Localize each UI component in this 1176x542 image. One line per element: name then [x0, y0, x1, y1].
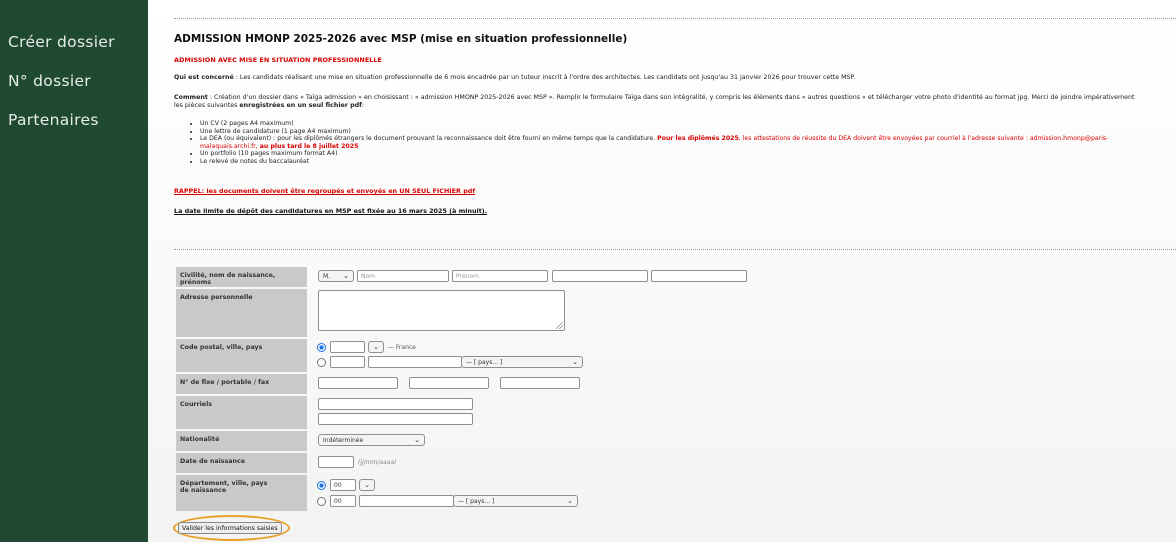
phone-fax-input[interactable] — [500, 377, 580, 389]
submit-button[interactable]: Valider les informations saisies — [178, 522, 282, 534]
birthdate-hint: (jj/mm/aaaa) — [358, 459, 397, 466]
comment-text2: les pièces suivantes — [174, 102, 240, 109]
radio-birth-france[interactable] — [317, 481, 326, 490]
label-phones: N° de fixe / portable / fax — [176, 374, 307, 394]
req-dea-d: malaquais.archi.fr, — [200, 142, 260, 150]
req-dea-e: au plus tard le 8 juillet 2025 — [259, 142, 359, 150]
civility-selected: M. — [323, 273, 331, 280]
intro-comment: Comment : Création d'un dossier dans « T… — [174, 94, 1135, 110]
deadline-a: La date limite de dépôt des candidatures… — [174, 207, 398, 215]
main-content: ADMISSION HMONP 2025-2026 avec MSP (mise… — [148, 0, 1176, 542]
page-subtitle: ADMISSION AVEC MISE EN SITUATION PROFESS… — [174, 56, 382, 64]
radio-france[interactable] — [317, 343, 326, 352]
deadline-c: (à minuit). — [446, 207, 488, 215]
req-letter: Une lettre de candidature (1 page A4 max… — [200, 127, 351, 135]
req-dea-b: Pour les diplômés 2025 — [657, 135, 739, 143]
divider — [174, 18, 1176, 19]
birth-country-select-value: — [ pays... ] — [458, 498, 495, 505]
resize-grip-icon[interactable] — [556, 322, 563, 329]
list-item: Le DEA (ou équivalent) : pour les diplôm… — [200, 135, 1152, 150]
nom-input[interactable]: Nom — [357, 270, 449, 282]
chevron-down-icon: ⌄ — [572, 358, 578, 366]
postal-code-input[interactable] — [330, 341, 365, 353]
birthplace-label-line2: de naissance — [180, 487, 227, 494]
sidebar-item-creer-dossier[interactable]: Créer dossier — [8, 33, 115, 51]
birthplace-label-line1: Département, ville, pays — [180, 480, 268, 487]
postal-code-foreign-input[interactable] — [330, 356, 365, 368]
phone-portable-input[interactable] — [409, 377, 489, 389]
deadline-notice: La date limite de dépôt des candidatures… — [174, 207, 487, 215]
req-dea-a: Le DEA (ou équivalent) : pour les diplôm… — [200, 135, 658, 143]
birth-dept-input[interactable]: 00 — [330, 479, 356, 491]
comment-end: : — [361, 102, 364, 109]
list-item: Le relevé de notes du baccalauréat — [200, 158, 1152, 166]
nationality-select[interactable]: Indéterminée ⌄ — [318, 434, 425, 446]
phone-fixe-input[interactable] — [318, 377, 398, 389]
birth-country-select[interactable]: — [ pays... ] ⌄ — [453, 495, 578, 507]
page-title: ADMISSION HMONP 2025-2026 avec MSP (mise… — [174, 33, 628, 45]
address-textarea[interactable] — [318, 290, 565, 331]
chevron-down-icon: ⌄ — [414, 436, 420, 444]
rappel-notice: RAPPEL: les documents doivent être regro… — [174, 187, 476, 195]
radio-foreign[interactable] — [317, 358, 326, 367]
list-item: Un CV (2 pages A4 maximum) — [200, 120, 1152, 128]
email-field-2[interactable] — [318, 413, 473, 425]
radio-birth-foreign[interactable] — [317, 497, 326, 506]
req-bac: Le relevé de notes du baccalauréat — [200, 157, 310, 165]
sidebar-item-numero-dossier[interactable]: N° dossier — [8, 72, 91, 90]
deadline-date: 16 mars 2025 — [397, 207, 447, 215]
label-civility: Civilité, nom de naissance, prénoms — [176, 267, 307, 287]
comment-bold: enregistrées en un seul fichier pdf — [239, 102, 362, 109]
comment-text: : Création d'un dossier dans « Taïga adm… — [207, 94, 1135, 101]
city-foreign-input[interactable] — [368, 356, 462, 368]
birthdate-input[interactable] — [318, 456, 354, 468]
label-address: Adresse personnelle — [176, 289, 307, 337]
prenom-input[interactable]: Prénom — [452, 270, 548, 282]
chevron-down-icon: ⌄ — [364, 481, 370, 489]
list-item: Un portfolio (10 pages maximum format A4… — [200, 150, 1152, 158]
chevron-down-icon: ⌄ — [567, 497, 573, 505]
comment-label: Comment — [174, 94, 208, 101]
email-field-1[interactable] — [318, 398, 473, 410]
nationality-selected: Indéterminée — [323, 437, 364, 444]
chevron-down-icon: ⌄ — [373, 343, 379, 351]
divider — [174, 249, 1176, 250]
country-france: — France — [388, 344, 416, 351]
label-nationality: Nationalité — [176, 431, 307, 451]
birth-city-select[interactable]: ⌄ — [359, 479, 375, 491]
birth-dept-foreign-input[interactable]: 00 — [330, 495, 356, 507]
sidebar: Créer dossier N° dossier Partenaires — [0, 0, 148, 542]
birth-city-foreign-input[interactable] — [359, 495, 454, 507]
sidebar-item-partenaires[interactable]: Partenaires — [8, 111, 99, 129]
prenom2-input[interactable] — [552, 270, 648, 282]
country-select[interactable]: — [ pays... ] ⌄ — [461, 356, 583, 368]
req-dea-c: , les attestations de réussite du DEA do… — [738, 135, 1109, 143]
concern-label: Qui est concerné — [174, 74, 234, 81]
label-emails: Courriels — [176, 396, 307, 429]
prenom3-input[interactable] — [651, 270, 747, 282]
chevron-down-icon: ⌄ — [343, 272, 349, 280]
country-select-value: — [ pays... ] — [466, 359, 503, 366]
city-select[interactable]: ⌄ — [368, 341, 384, 353]
civility-select[interactable]: M. ⌄ — [318, 270, 354, 282]
req-cv: Un CV (2 pages A4 maximum) — [200, 120, 294, 127]
label-birthdate: Date de naissance — [176, 453, 307, 473]
concern-text: : Les candidats réalisant une mise en si… — [233, 74, 856, 81]
req-portfolio: Un portfolio (10 pages maximum format A4… — [200, 150, 338, 158]
label-birthplace: Département, ville, pays de naissance — [176, 475, 307, 511]
label-postal: Code postal, ville, pays — [176, 339, 307, 372]
requirements-list: Un CV (2 pages A4 maximum) Une lettre de… — [192, 120, 1152, 166]
intro-concern: Qui est concerné : Les candidats réalisa… — [174, 74, 855, 82]
